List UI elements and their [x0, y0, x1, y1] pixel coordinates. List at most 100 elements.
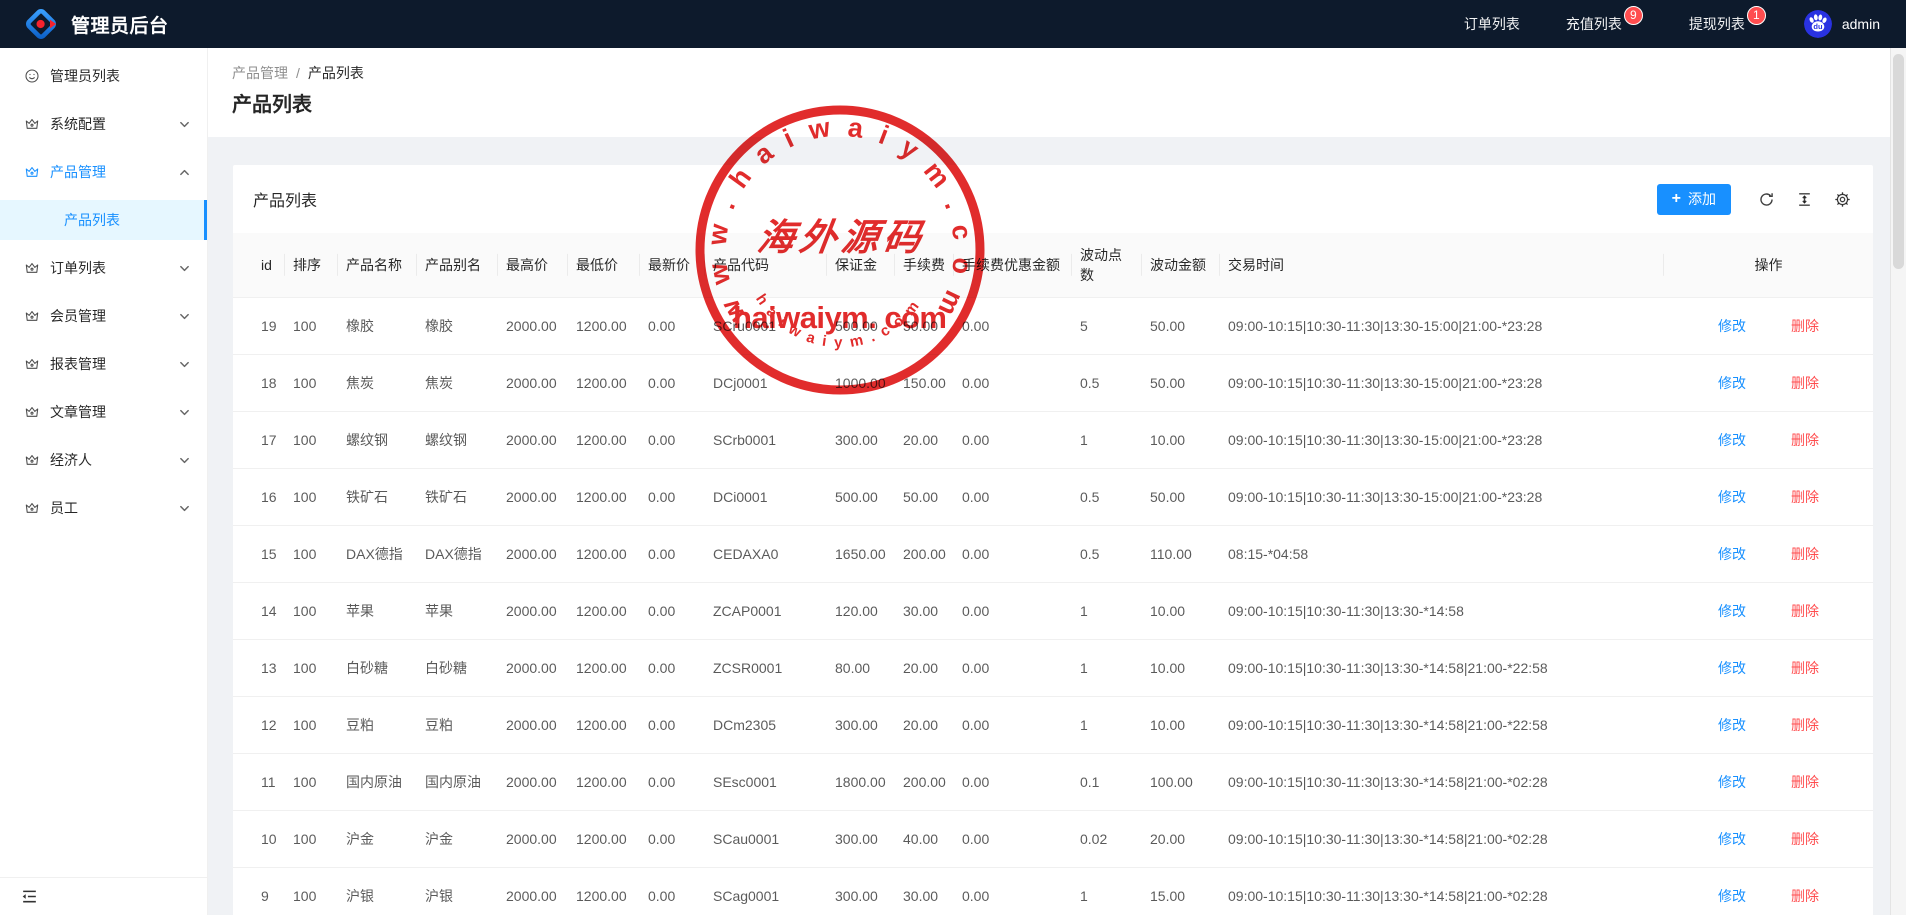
table-cell: 2000.00 [498, 640, 568, 697]
table-cell: 0.00 [640, 412, 705, 469]
chevron-down-icon [179, 311, 190, 322]
table-cell: 2000.00 [498, 868, 568, 915]
user-menu[interactable]: du admin [1804, 10, 1880, 38]
delete-link[interactable]: 删除 [1791, 543, 1819, 565]
edit-link[interactable]: 修改 [1718, 828, 1746, 850]
table-cell: 100 [285, 811, 338, 868]
table-cell: 0.5 [1072, 355, 1142, 412]
edit-link[interactable]: 修改 [1718, 771, 1746, 793]
table-cell: 19 [233, 298, 285, 355]
sidebar-item-label: 订单列表 [50, 258, 106, 278]
table-cell: 10.00 [1142, 697, 1220, 754]
edit-link[interactable]: 修改 [1718, 372, 1746, 394]
table-cell: 40.00 [895, 811, 954, 868]
table-body: 19100橡胶橡胶2000.001200.000.00SCru0001500.0… [233, 298, 1873, 915]
sidebar-item[interactable]: 产品管理 [0, 152, 207, 192]
table-cell: CEDAXA0 [705, 526, 827, 583]
sidebar-item-label: 会员管理 [50, 306, 106, 326]
delete-link[interactable]: 删除 [1791, 429, 1819, 451]
sidebar-item[interactable]: 系统配置 [0, 104, 207, 144]
table-cell: 2000.00 [498, 469, 568, 526]
add-button[interactable]: + 添加 [1657, 184, 1731, 215]
edit-link[interactable]: 修改 [1718, 714, 1746, 736]
sidebar-item[interactable]: 订单列表 [0, 248, 207, 288]
table-cell: 100 [285, 583, 338, 640]
breadcrumb-separator: / [296, 65, 300, 81]
table-cell: 沪银 [417, 868, 498, 915]
sidebar-item[interactable]: 经济人 [0, 440, 207, 480]
table-cell: 300.00 [827, 412, 895, 469]
table-cell: 0.00 [640, 754, 705, 811]
delete-link[interactable]: 删除 [1791, 372, 1819, 394]
reload-icon[interactable] [1758, 191, 1775, 208]
table-cell: 0.00 [640, 697, 705, 754]
delete-link[interactable]: 删除 [1791, 714, 1819, 736]
sidebar-subitem[interactable]: 产品列表 [0, 200, 207, 240]
table-cell: 1200.00 [568, 469, 640, 526]
topnav: 订单列表 充值列表9 提现列表1 [1418, 14, 1766, 34]
table-cell: 10.00 [1142, 583, 1220, 640]
table-cell: 09:00-10:15|10:30-11:30|13:30-15:00|21:0… [1220, 355, 1664, 412]
table-cell: 0.5 [1072, 469, 1142, 526]
sidebar-item[interactable]: 员工 [0, 488, 207, 528]
actions-cell: 修改 删除 [1664, 526, 1873, 583]
topnav-item[interactable]: 充值列表9 [1566, 14, 1643, 34]
edit-link[interactable]: 修改 [1718, 543, 1746, 565]
table-row: 11100国内原油国内原油2000.001200.000.00SEsc00011… [233, 754, 1873, 811]
edit-link[interactable]: 修改 [1718, 315, 1746, 337]
table-cell: 沪银 [338, 868, 417, 915]
sidebar-item[interactable]: 管理员列表 [0, 56, 207, 96]
edit-link[interactable]: 修改 [1718, 429, 1746, 451]
table-cell: 铁矿石 [417, 469, 498, 526]
delete-link[interactable]: 删除 [1791, 828, 1819, 850]
table-cell: 沪金 [417, 811, 498, 868]
table-cell: 120.00 [827, 583, 895, 640]
delete-link[interactable]: 删除 [1791, 486, 1819, 508]
table-cell: 橡胶 [338, 298, 417, 355]
table-cell: 1 [1072, 697, 1142, 754]
table-cell: 螺纹钢 [338, 412, 417, 469]
edit-link[interactable]: 修改 [1718, 885, 1746, 907]
delete-link[interactable]: 删除 [1791, 600, 1819, 622]
actions-cell: 修改 删除 [1664, 583, 1873, 640]
topnav-item[interactable]: 订单列表 [1464, 14, 1520, 34]
sidebar-menu: 管理员列表系统配置产品管理产品列表订单列表会员管理报表管理文章管理经济人员工 [0, 48, 207, 877]
table-cell: 100 [285, 412, 338, 469]
table-cell: 0.00 [640, 640, 705, 697]
edit-link[interactable]: 修改 [1718, 486, 1746, 508]
table-cell: 20.00 [895, 412, 954, 469]
topnav-item[interactable]: 提现列表1 [1689, 14, 1766, 34]
delete-link[interactable]: 删除 [1791, 315, 1819, 337]
actions-cell: 修改 删除 [1664, 355, 1873, 412]
crown-icon [24, 452, 40, 468]
scrollbar-thumb[interactable] [1893, 54, 1904, 269]
breadcrumb-parent[interactable]: 产品管理 [232, 63, 288, 83]
delete-link[interactable]: 删除 [1791, 885, 1819, 907]
menu-fold-icon[interactable] [20, 887, 39, 906]
delete-link[interactable]: 删除 [1791, 771, 1819, 793]
column-header: 最低价 [568, 233, 640, 298]
table-cell: 10.00 [1142, 412, 1220, 469]
table-cell: 80.00 [827, 640, 895, 697]
edit-link[interactable]: 修改 [1718, 657, 1746, 679]
table-cell: 10.00 [1142, 640, 1220, 697]
page-scrollbar[interactable] [1890, 48, 1906, 915]
column-height-icon[interactable] [1796, 191, 1813, 208]
column-header: 产品名称 [338, 233, 417, 298]
table-cell: 2000.00 [498, 811, 568, 868]
table-cell: 1200.00 [568, 811, 640, 868]
gear-icon[interactable] [1834, 191, 1851, 208]
table-cell: 0.00 [954, 412, 1072, 469]
edit-link[interactable]: 修改 [1718, 600, 1746, 622]
crown-icon [24, 500, 40, 516]
sidebar-item[interactable]: 报表管理 [0, 344, 207, 384]
table-cell: 豆粕 [417, 697, 498, 754]
table-cell: 0.00 [640, 583, 705, 640]
delete-link[interactable]: 删除 [1791, 657, 1819, 679]
sidebar-item[interactable]: 会员管理 [0, 296, 207, 336]
product-list-card: 产品列表 + 添加 [233, 165, 1873, 915]
table-cell: 100 [285, 526, 338, 583]
table-cell: 螺纹钢 [417, 412, 498, 469]
sidebar-item[interactable]: 文章管理 [0, 392, 207, 432]
notification-badge: 1 [1747, 6, 1766, 25]
